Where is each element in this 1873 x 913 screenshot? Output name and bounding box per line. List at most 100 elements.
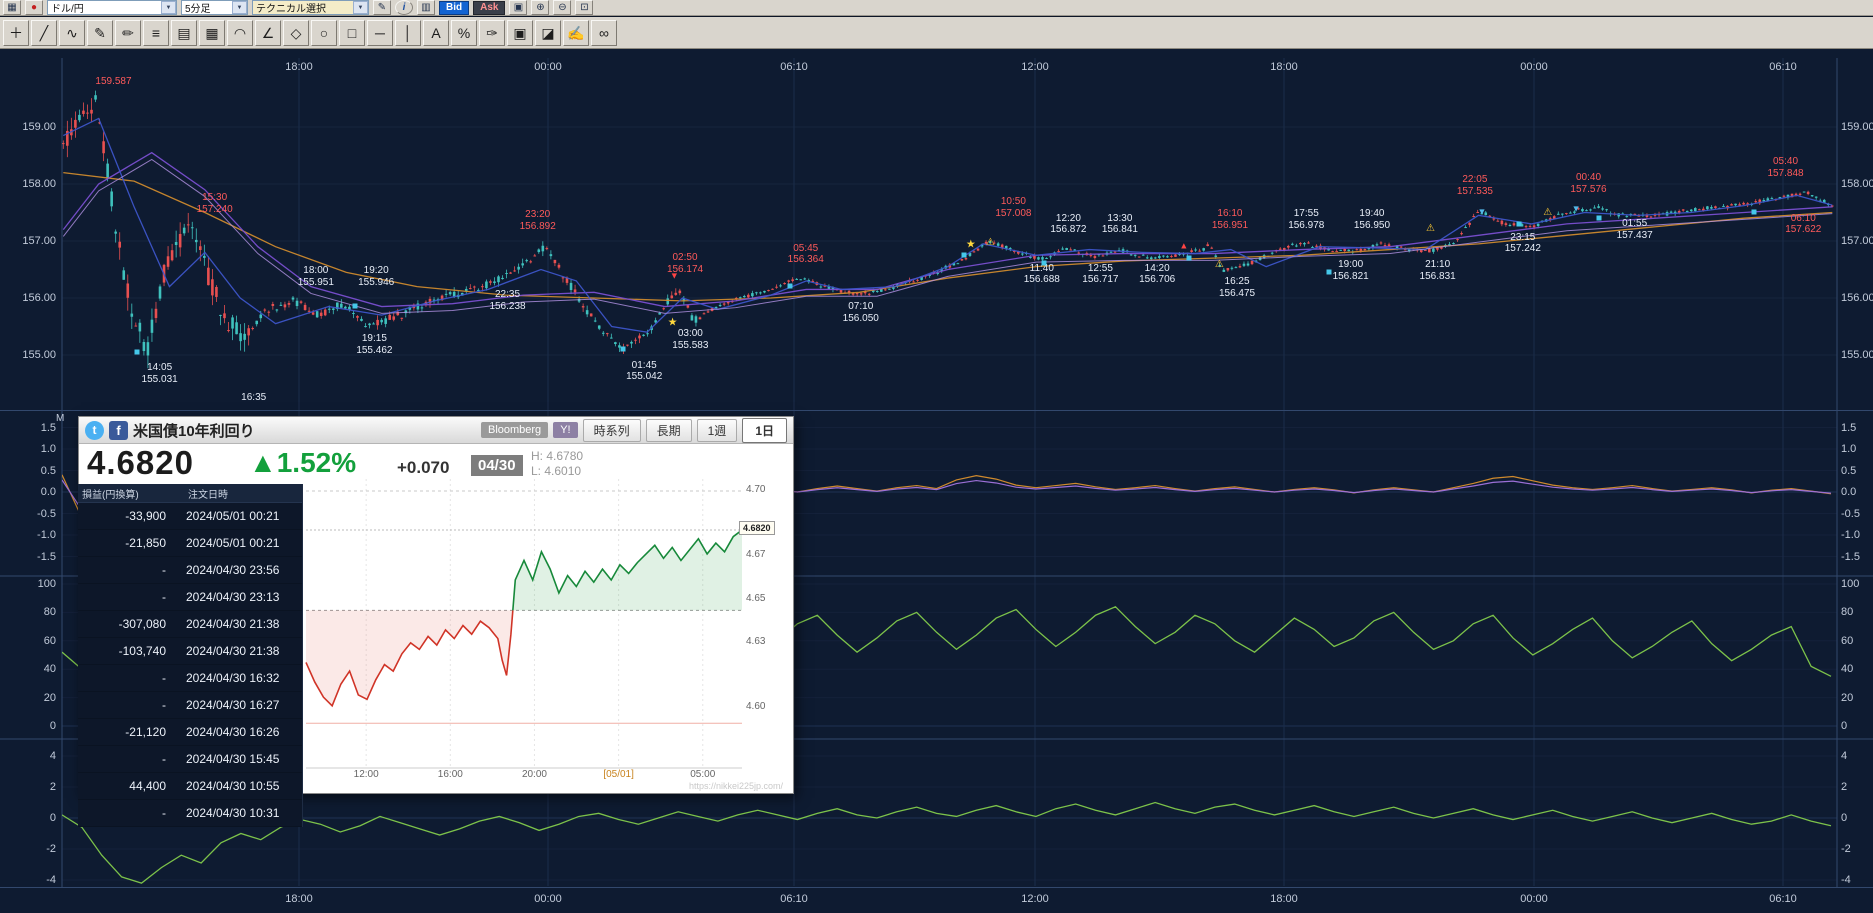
col-ordertime: 注文日時 [174, 486, 302, 501]
position-row[interactable]: -2024/04/30 23:56 [78, 557, 302, 584]
zoom-in-icon[interactable]: ⊕ [531, 0, 549, 15]
tool-arc[interactable]: ◠ [227, 20, 253, 46]
drawing-toolbar: ＋╱∿✎✏≡▤▦◠∠◇○□─│A%✑▣◪✍∞ [0, 17, 1873, 49]
position-row[interactable]: -2024/04/30 16:32 [78, 665, 302, 692]
candles-layer [62, 91, 1834, 369]
chevron-down-icon[interactable]: ▼ [353, 1, 368, 14]
tool-brush[interactable]: ✑ [479, 20, 505, 46]
tool-ellipse[interactable]: ○ [311, 20, 337, 46]
order-time: 2024/04/30 10:31 [174, 806, 302, 820]
pl-value: 44,400 [78, 779, 174, 793]
yield-time-label: 16:00 [426, 769, 474, 780]
tab-1day[interactable]: 1日 [742, 418, 787, 443]
tool-marker[interactable]: ✏ [115, 20, 141, 46]
bloomberg-badge[interactable]: Bloomberg [481, 422, 548, 438]
tool-eraser[interactable]: ◪ [535, 20, 561, 46]
timeframe-select[interactable]: 5分足 ▼ [181, 0, 248, 15]
pl-value: - [78, 698, 174, 712]
pl-value: - [78, 590, 174, 604]
chevron-down-icon[interactable]: ▼ [232, 1, 247, 14]
popup-title: 米国債10年利回り [133, 420, 255, 441]
tool-link[interactable]: ∞ [591, 20, 617, 46]
tool-angle[interactable]: ∠ [255, 20, 281, 46]
position-row[interactable]: -21,1202024/04/30 16:26 [78, 719, 302, 746]
tool-polyline[interactable]: ∿ [59, 20, 85, 46]
yield-time-label: 05:00 [679, 769, 727, 780]
position-row[interactable]: -21,8502024/05/01 00:21 [78, 530, 302, 557]
yahoo-badge[interactable]: Y! [553, 422, 577, 438]
pl-value: -307,080 [78, 617, 174, 631]
order-time: 2024/04/30 16:32 [174, 671, 302, 685]
position-row[interactable]: -2024/04/30 16:27 [78, 692, 302, 719]
tool-percent[interactable]: % [451, 20, 477, 46]
tool-vertical-line[interactable]: │ [395, 20, 421, 46]
order-time: 2024/05/01 00:21 [174, 536, 302, 550]
facebook-icon[interactable]: f [109, 421, 128, 440]
positions-table-header: 損益(円換算) 注文日時 [78, 484, 302, 503]
tool-trendline[interactable]: ╱ [31, 20, 57, 46]
col-pl: 損益(円換算) [78, 486, 174, 501]
indicator-line-layer [62, 803, 1831, 884]
zoom-area-icon[interactable]: ⊡ [575, 0, 593, 15]
tool-layers[interactable]: ▣ [507, 20, 533, 46]
info-icon[interactable]: i [395, 0, 413, 15]
pair-select-value: ドル/円 [51, 0, 84, 15]
ask-button[interactable]: Ask [473, 1, 505, 15]
pair-select[interactable]: ドル/円 ▼ [47, 0, 177, 15]
order-time: 2024/04/30 21:38 [174, 644, 302, 658]
pl-value: - [78, 752, 174, 766]
position-row[interactable]: -33,9002024/05/01 00:21 [78, 503, 302, 530]
positions-table[interactable]: 損益(円換算) 注文日時 -33,9002024/05/01 00:21-21,… [78, 484, 303, 827]
bid-button[interactable]: Bid [439, 1, 469, 15]
tool-fib-fan[interactable]: ▦ [199, 20, 225, 46]
record-icon[interactable]: ● [25, 0, 43, 15]
twitter-icon[interactable]: t [85, 421, 104, 440]
yield-value-label: 4.70 [746, 484, 765, 495]
tool-ray[interactable]: ✎ [87, 20, 113, 46]
draw-icon[interactable]: ✎ [373, 0, 391, 15]
order-time: 2024/05/01 00:21 [174, 509, 302, 523]
zoom-out-icon[interactable]: ⊖ [553, 0, 571, 15]
position-row[interactable]: -2024/04/30 23:13 [78, 584, 302, 611]
timeframe-select-value: 5分足 [185, 0, 211, 15]
current-value-tag: 4.6820 [739, 521, 775, 535]
order-time: 2024/04/30 10:55 [174, 779, 302, 793]
technical-select-value: テクニカル選択 [256, 0, 326, 15]
yield-time-label: [05/01] [595, 769, 643, 780]
chevron-down-icon[interactable]: ▼ [161, 1, 176, 14]
tool-fib-retracement[interactable]: ▤ [171, 20, 197, 46]
position-row[interactable]: -103,7402024/04/30 21:38 [78, 638, 302, 665]
tool-polygon[interactable]: ◇ [283, 20, 309, 46]
position-row[interactable]: 44,4002024/04/30 10:55 [78, 773, 302, 800]
tab-timeseries[interactable]: 時系列 [583, 419, 641, 442]
order-time: 2024/04/30 23:13 [174, 590, 302, 604]
pl-value: - [78, 563, 174, 577]
tab-1week[interactable]: 1週 [697, 419, 738, 442]
yield-time-label: 12:00 [342, 769, 390, 780]
tool-horizontal-line[interactable]: ─ [367, 20, 393, 46]
tool-horizontal-lines[interactable]: ≡ [143, 20, 169, 46]
yield-value-label: 4.65 [746, 593, 765, 604]
position-row[interactable]: -307,0802024/04/30 21:38 [78, 611, 302, 638]
moving-averages-layer [63, 118, 1832, 332]
tool-rectangle[interactable]: □ [339, 20, 365, 46]
technical-select[interactable]: テクニカル選択 ▼ [252, 0, 369, 15]
tab-longterm[interactable]: 長期 [646, 419, 692, 442]
order-time: 2024/04/30 15:45 [174, 752, 302, 766]
chart-type-icon[interactable]: ▥ [417, 0, 435, 15]
stamp-icon[interactable]: ▣ [509, 0, 527, 15]
pl-value: -21,120 [78, 725, 174, 739]
top-toolbar: ▦ ● ドル/円 ▼ 5分足 ▼ テクニカル選択 ▼ ✎ i ▥ Bid Ask… [0, 0, 1873, 16]
order-time: 2024/04/30 16:26 [174, 725, 302, 739]
yield-value-label: 4.67 [746, 549, 765, 560]
tool-text[interactable]: A [423, 20, 449, 46]
yield-value-label: 4.63 [746, 636, 765, 647]
app-grid-icon[interactable]: ▦ [3, 0, 21, 15]
tool-crosshair[interactable]: ＋ [3, 20, 29, 46]
tool-edit[interactable]: ✍ [563, 20, 589, 46]
pl-value: -103,740 [78, 644, 174, 658]
position-row[interactable]: -2024/04/30 10:31 [78, 800, 302, 827]
position-row[interactable]: -2024/04/30 15:45 [78, 746, 302, 773]
yield-value-label: 4.60 [746, 701, 765, 712]
popup-header[interactable]: t f 米国債10年利回り Bloomberg Y! 時系列 長期 1週 1日 [79, 417, 793, 444]
